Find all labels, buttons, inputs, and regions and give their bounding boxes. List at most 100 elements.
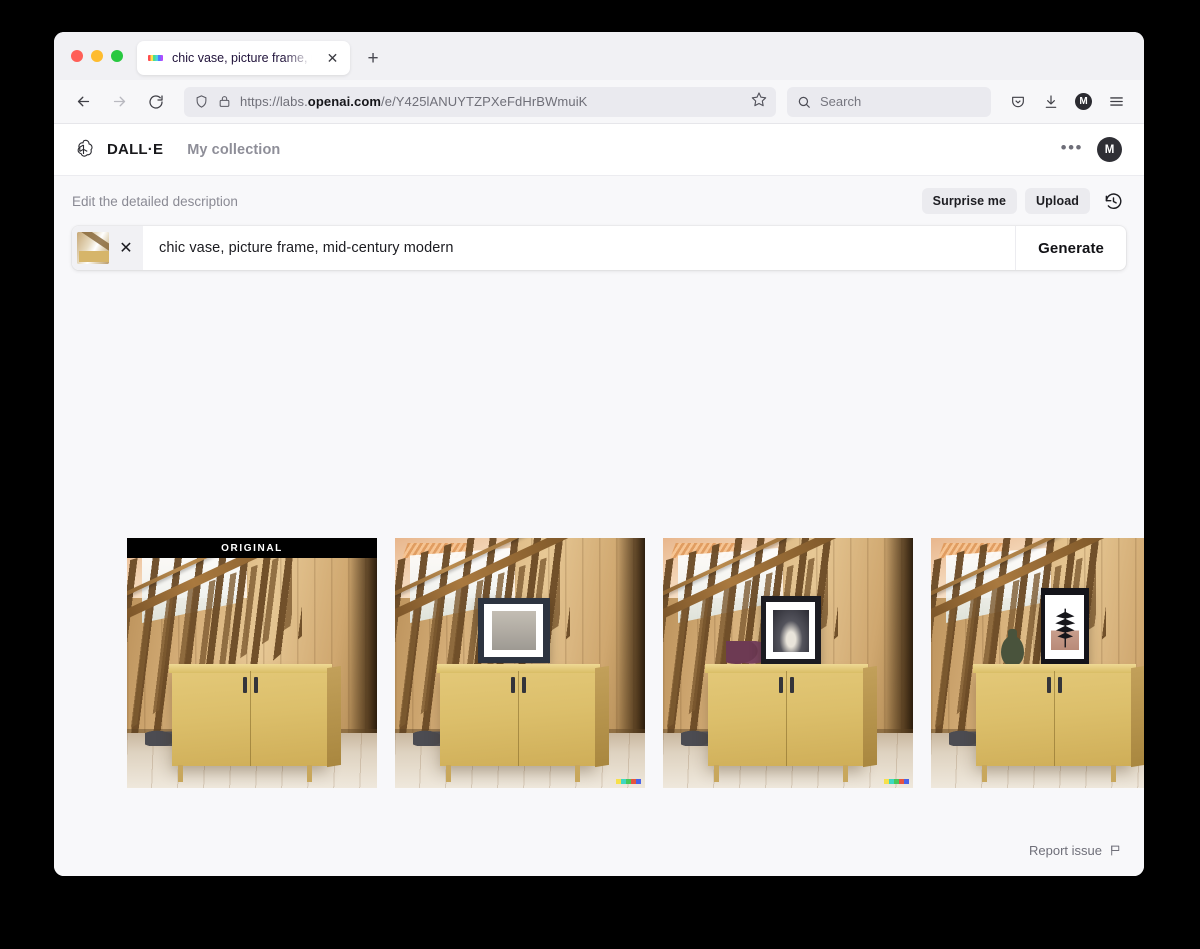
browser-tab-strip: chic vase, picture frame, mid-ce ✕ +: [54, 32, 1144, 80]
hamburger-menu-icon[interactable]: [1101, 86, 1132, 117]
cabinet-leg-left: [446, 764, 452, 782]
app-header: DALL·E My collection ••• M: [54, 124, 1144, 176]
original-badge: ORIGINAL: [127, 538, 377, 558]
cabinet-side: [327, 665, 341, 767]
framed-artwork: [1041, 588, 1089, 666]
artwork-image: [1050, 603, 1079, 650]
url-bar[interactable]: https://labs.openai.com/e/Y425lANUYTZPXe…: [184, 86, 776, 117]
remove-image-button[interactable]: ✕: [109, 226, 143, 270]
cabinet-leg-right: [574, 764, 580, 782]
cabinet: [972, 663, 1144, 782]
results-grid: ORIGINAL: [127, 538, 1144, 788]
flag-icon: [1109, 844, 1122, 857]
result-tile-generated-3[interactable]: [931, 538, 1144, 788]
prompt-input[interactable]: chic vase, picture frame, mid-century mo…: [143, 240, 1015, 256]
firefox-account-initial: M: [1075, 93, 1092, 110]
cabinet-door-seam: [517, 670, 519, 766]
url-prefix: https://labs.: [240, 94, 308, 109]
scene-image: [663, 538, 913, 788]
scene-image: [931, 538, 1144, 788]
pocket-save-icon[interactable]: [1002, 86, 1033, 117]
cabinet-leg-right: [1110, 764, 1116, 782]
cabinet-leg-left: [714, 764, 720, 782]
shield-icon: [194, 94, 209, 109]
cabinet-leg-right: [842, 764, 848, 782]
dalle-favicon-icon: [148, 55, 163, 61]
result-tile-original[interactable]: ORIGINAL: [127, 538, 377, 788]
prompt-label: Edit the detailed description: [72, 193, 238, 209]
thumbnail-cabinet: [79, 251, 109, 262]
scene-image: [395, 538, 645, 788]
browser-window: chic vase, picture frame, mid-ce ✕ + htt…: [54, 32, 1144, 876]
cabinet-handle-right: [522, 677, 527, 694]
upload-button[interactable]: Upload: [1025, 188, 1090, 214]
artwork-image: [772, 609, 809, 652]
prompt-section: Edit the detailed description Surprise m…: [54, 176, 1144, 270]
more-options-icon[interactable]: •••: [1061, 139, 1083, 161]
cabinet-handle-right: [254, 677, 259, 694]
reload-icon[interactable]: [140, 86, 171, 117]
firefox-account-icon[interactable]: M: [1068, 86, 1099, 117]
cabinet-leg-right: [306, 764, 312, 782]
lock-icon: [218, 95, 231, 108]
window-close-button[interactable]: [71, 50, 83, 62]
url-text: https://labs.openai.com/e/Y425lANUYTZPXe…: [240, 94, 742, 109]
prompt-actions: Surprise me Upload: [921, 188, 1126, 214]
bookmark-star-icon[interactable]: [751, 91, 767, 112]
leaf-illustration-icon: [1054, 608, 1075, 647]
prompt-image-chip: ✕: [72, 226, 143, 270]
vase-neck: [1007, 628, 1017, 637]
cabinet-door-seam: [249, 670, 251, 766]
forward-icon[interactable]: [104, 86, 135, 117]
cabinet-side: [595, 665, 609, 767]
cabinet-handle-right: [790, 677, 795, 694]
cabinet-handle-left: [511, 677, 516, 694]
cabinet-handle-left: [1047, 677, 1052, 694]
cabinet-leg-left: [982, 764, 988, 782]
new-tab-button[interactable]: +: [358, 43, 388, 73]
cabinet-door-seam: [1053, 670, 1055, 766]
heeled-shoes: [725, 640, 761, 666]
history-icon[interactable]: [1100, 188, 1126, 214]
prompt-bar[interactable]: ✕ chic vase, picture frame, mid-century …: [72, 226, 1126, 270]
cabinet: [168, 663, 341, 782]
openai-logo-icon[interactable]: [72, 138, 95, 161]
url-domain: openai.com: [307, 94, 382, 109]
cabinet: [436, 663, 609, 782]
back-icon[interactable]: [68, 86, 99, 117]
cabinet-handle-left: [243, 677, 248, 694]
report-issue-button[interactable]: Report issue: [1029, 843, 1122, 858]
decorative-vase: [1001, 628, 1024, 666]
artwork-image: [492, 611, 536, 650]
dalle-watermark-icon: [884, 779, 909, 784]
browser-toolbar-actions: M: [1002, 86, 1132, 117]
browser-tab-title: chic vase, picture frame, mid-ce: [172, 51, 315, 65]
result-tile-generated-2[interactable]: [663, 538, 913, 788]
cabinet-handle-left: [779, 677, 784, 694]
generate-button[interactable]: Generate: [1015, 226, 1126, 270]
result-tile-generated-1[interactable]: [395, 538, 645, 788]
window-maximize-button[interactable]: [111, 50, 123, 62]
framed-artwork: [760, 595, 821, 666]
downloads-icon[interactable]: [1035, 86, 1066, 117]
url-path: /e/Y425lANUYTZPXeFdHrBWmuiK: [381, 94, 588, 109]
search-input[interactable]: Search: [820, 94, 861, 109]
scene-image: [127, 538, 377, 788]
nav-my-collection[interactable]: My collection: [187, 142, 280, 158]
window-minimize-button[interactable]: [91, 50, 103, 62]
browser-tab[interactable]: chic vase, picture frame, mid-ce ✕: [137, 41, 350, 75]
cabinet-leg-left: [178, 764, 184, 782]
surprise-me-button[interactable]: Surprise me: [921, 188, 1018, 214]
cabinet-door-seam: [785, 670, 787, 766]
user-avatar[interactable]: M: [1097, 137, 1122, 162]
close-icon[interactable]: ✕: [324, 50, 341, 67]
page-content: DALL·E My collection ••• M Edit the deta…: [54, 124, 1144, 876]
brand-name: DALL·E: [107, 141, 164, 158]
report-issue-label: Report issue: [1029, 843, 1102, 858]
browser-search-bar[interactable]: Search: [787, 86, 991, 117]
search-icon: [797, 95, 811, 109]
cabinet-handle-right: [1058, 677, 1063, 694]
dalle-watermark-icon: [616, 779, 641, 784]
browser-nav-toolbar: https://labs.openai.com/e/Y425lANUYTZPXe…: [54, 80, 1144, 124]
cabinet-side: [1131, 665, 1144, 767]
